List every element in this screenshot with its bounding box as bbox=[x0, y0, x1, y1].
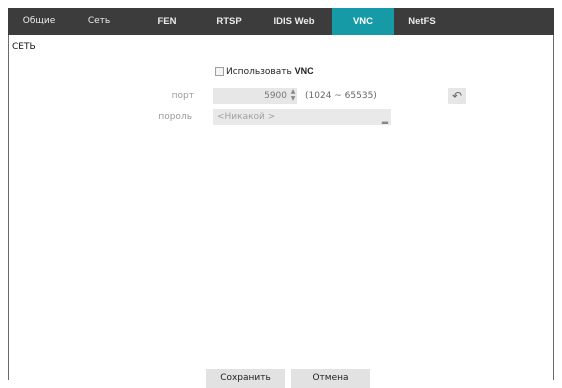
use-vnc-label-bold: VNC bbox=[294, 65, 314, 76]
section-title: СЕТЬ bbox=[12, 42, 36, 52]
tab-rtsp[interactable]: RTSP bbox=[198, 8, 260, 35]
cancel-button[interactable]: Отмена bbox=[291, 369, 370, 388]
tab-idis-web[interactable]: IDIS Web bbox=[263, 8, 325, 35]
frame-left-border bbox=[8, 35, 9, 380]
tab-vnc[interactable]: VNC bbox=[332, 8, 394, 35]
port-label: порт bbox=[171, 91, 194, 101]
port-range-hint: (1024 ~ 65535) bbox=[305, 91, 377, 101]
frame-right-border bbox=[553, 35, 554, 380]
spin-up-icon[interactable]: ▲ bbox=[289, 88, 297, 95]
password-select[interactable]: <Никакой > ▂ bbox=[213, 109, 391, 125]
undo-arrow-icon[interactable]: ↶ bbox=[448, 88, 466, 104]
dropdown-caret-icon: ▂ bbox=[381, 115, 388, 124]
password-label: пороль bbox=[158, 112, 192, 122]
save-button[interactable]: Сохранить bbox=[206, 369, 285, 388]
tab-fen[interactable]: FEN bbox=[136, 8, 198, 35]
tab-network[interactable]: Сеть bbox=[68, 8, 130, 35]
use-vnc-checkbox[interactable] bbox=[215, 66, 224, 76]
tab-bar: Общие Сеть FEN RTSP IDIS Web VNC NetFS bbox=[8, 8, 554, 35]
settings-window: Общие Сеть FEN RTSP IDIS Web VNC NetFS С… bbox=[8, 8, 554, 388]
tab-general[interactable]: Общие bbox=[8, 8, 70, 35]
use-vnc-label-prefix: Использовать bbox=[226, 66, 295, 77]
port-input[interactable]: 5900 bbox=[213, 88, 297, 104]
use-vnc-row[interactable]: Использовать VNC bbox=[215, 65, 314, 77]
use-vnc-label: Использовать VNC bbox=[226, 66, 314, 77]
password-value: <Никакой > bbox=[217, 112, 276, 122]
spin-down-icon[interactable]: ▼ bbox=[289, 95, 297, 102]
port-spinner[interactable]: ▲ ▼ bbox=[289, 88, 297, 104]
tab-netfs[interactable]: NetFS bbox=[391, 8, 453, 35]
